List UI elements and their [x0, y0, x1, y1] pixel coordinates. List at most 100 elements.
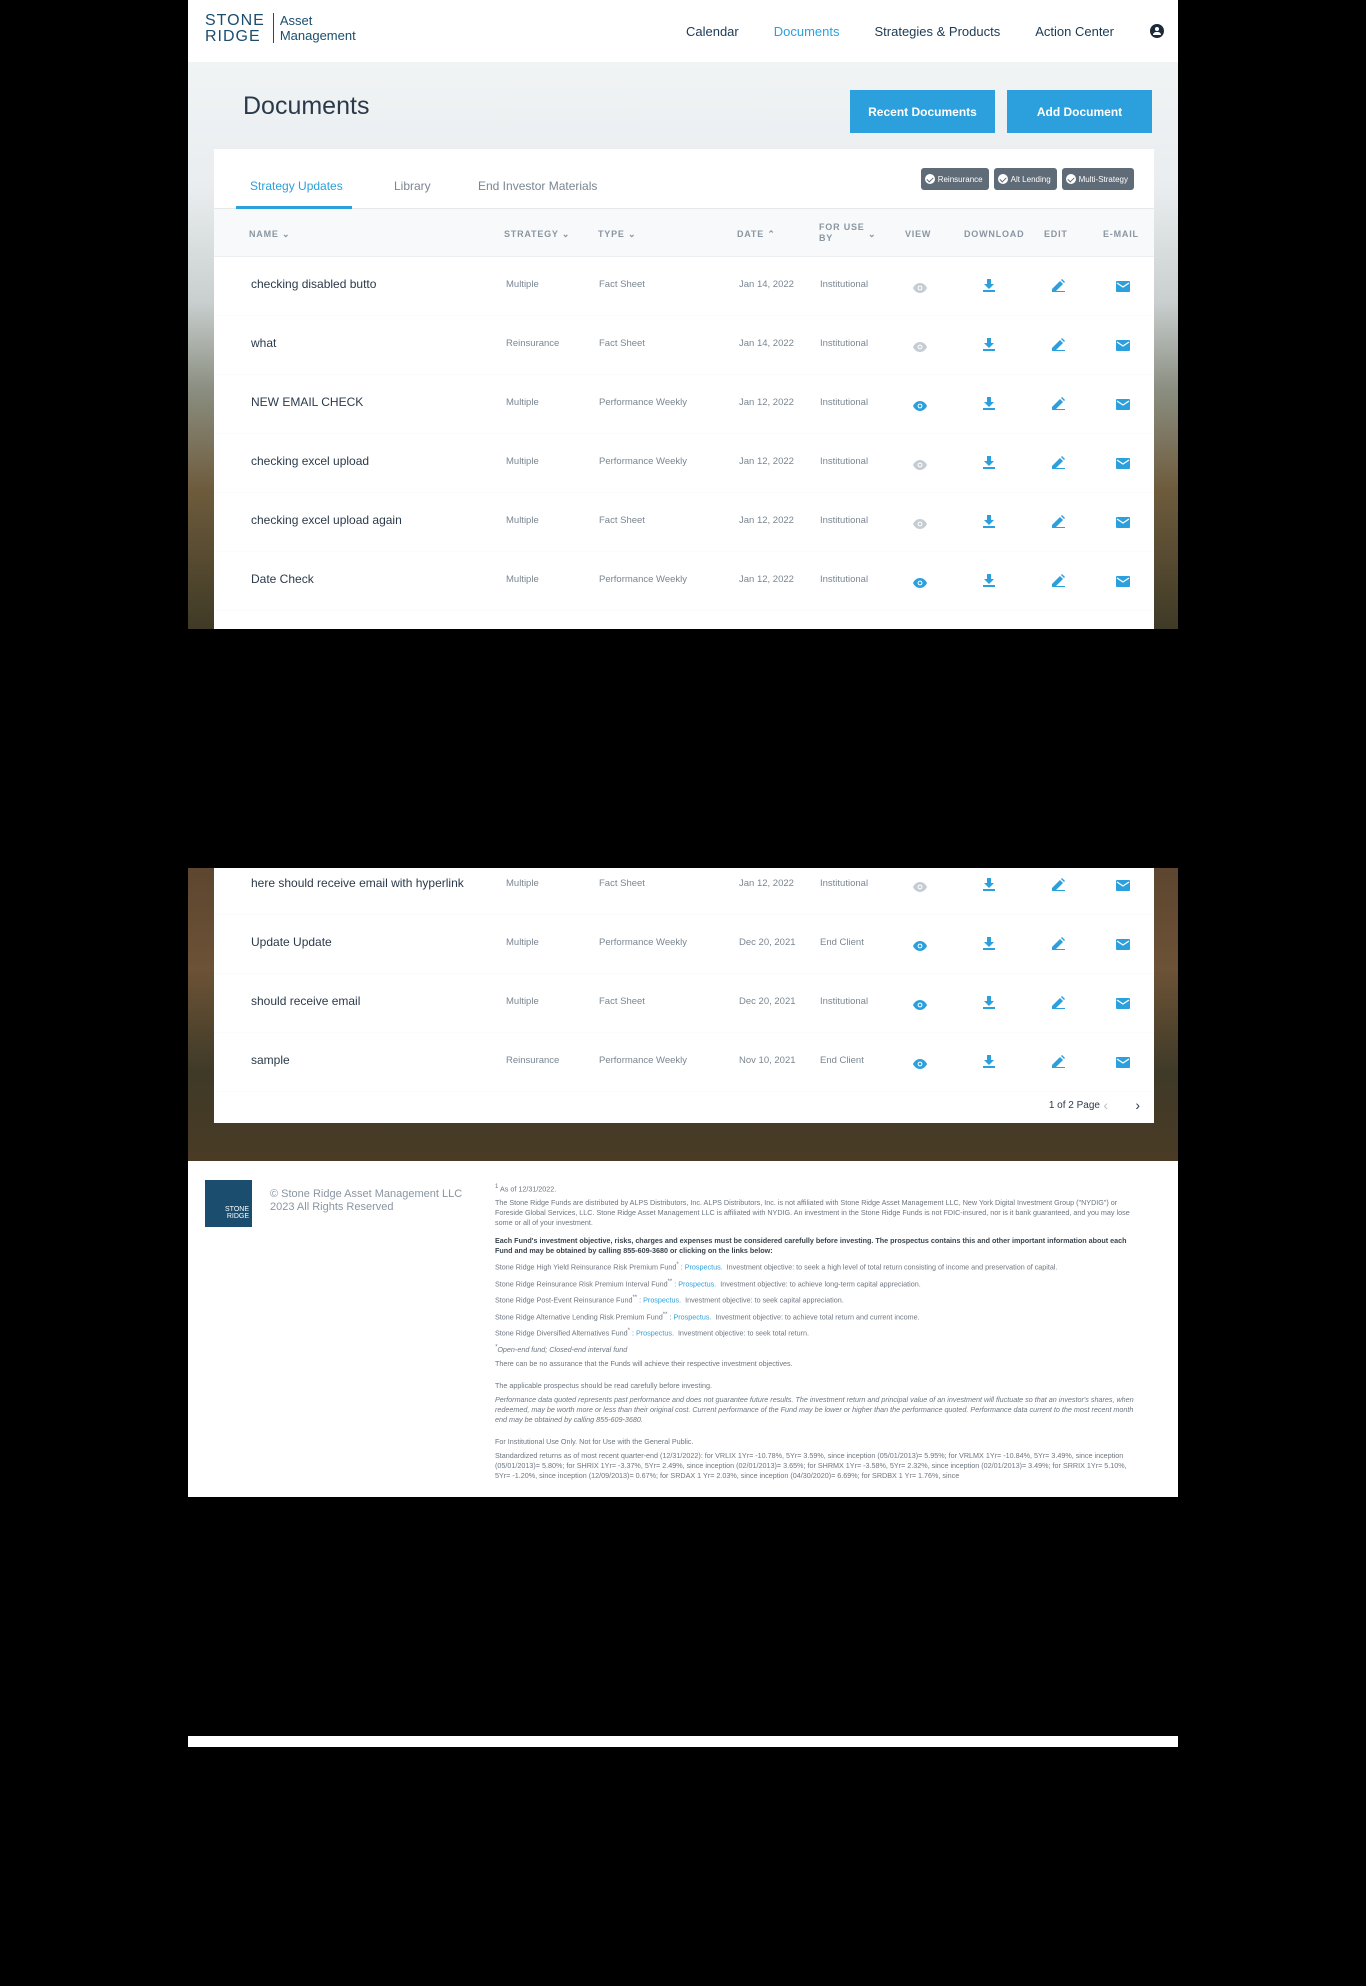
download-icon[interactable] [983, 878, 995, 896]
email-icon[interactable] [1116, 515, 1130, 533]
eye-icon[interactable] [913, 1056, 927, 1074]
col-date[interactable]: DATE ⌃ [737, 229, 776, 240]
table-row[interactable]: checking excel upload again Multiple Fact … [214, 493, 1154, 552]
email-icon[interactable] [1116, 574, 1130, 592]
nav-documents[interactable]: Documents [774, 24, 840, 39]
doc-name[interactable]: checking disabled butto [251, 277, 376, 291]
documents-card-continued: here should receive email with hyperlink… [214, 868, 1154, 1123]
email-icon[interactable] [1116, 1055, 1130, 1073]
email-icon[interactable] [1116, 937, 1130, 955]
col-type[interactable]: TYPE ⌄ [598, 229, 636, 240]
edit-icon[interactable] [1052, 1055, 1065, 1073]
edit-icon[interactable] [1052, 937, 1065, 955]
email-icon[interactable] [1116, 279, 1130, 297]
email-icon[interactable] [1116, 996, 1130, 1014]
download-icon[interactable] [983, 996, 995, 1014]
disclosures: 1 As of 12/31/2022. The Stone Ridge Fund… [495, 1182, 1135, 1485]
edit-icon[interactable] [1052, 996, 1065, 1014]
eye-icon[interactable] [913, 938, 927, 956]
download-icon[interactable] [983, 279, 995, 297]
logo[interactable]: STONE RIDGE Asset Management [205, 13, 356, 45]
add-document-button[interactable]: Add Document [1007, 90, 1152, 133]
filter-multi-strategy[interactable]: Multi-Strategy [1061, 168, 1134, 190]
edit-icon[interactable] [1052, 338, 1065, 356]
filter-alt-lending[interactable]: Alt Lending [993, 168, 1057, 190]
table-row[interactable]: here should receive email with hyperlink… [214, 868, 1154, 915]
eye-icon [913, 339, 927, 357]
recent-documents-button[interactable]: Recent Documents [850, 90, 995, 133]
eye-icon[interactable] [913, 997, 927, 1015]
doc-name[interactable]: here should receive email with hyperlink [251, 876, 464, 890]
table-row[interactable]: NEW EMAIL CHECK Multiple Performance Weekl… [214, 375, 1154, 434]
email-icon[interactable] [1116, 456, 1130, 474]
filter-reinsurance[interactable]: Reinsurance [920, 168, 989, 190]
prospectus-link[interactable]: Prospectus. [643, 1296, 681, 1305]
table-row[interactable]: sample Reinsurance Performance Weekly Nov 1… [214, 1033, 1154, 1092]
table-header: NAME ⌄ STRATEGY ⌄ TYPE ⌄ DATE ⌃ FOR USE B… [214, 209, 1154, 257]
doc-name[interactable]: Date Check [251, 572, 314, 586]
prospectus-link[interactable]: Prospectus. [678, 1279, 716, 1288]
doc-strategy: Multiple [506, 878, 539, 889]
download-icon[interactable] [983, 397, 995, 415]
eye-icon[interactable] [913, 575, 927, 593]
fund-item: Stone Ridge High Yield Reinsurance Risk … [495, 1262, 1058, 1272]
doc-date: Jan 12, 2022 [739, 456, 794, 467]
email-icon[interactable] [1116, 338, 1130, 356]
doc-strategy: Reinsurance [506, 338, 560, 349]
fund-item: Stone Ridge Alternative Lending Risk Pre… [495, 1311, 920, 1321]
download-icon[interactable] [983, 515, 995, 533]
logo-wordmark: STONE RIDGE [205, 12, 265, 45]
col-strategy[interactable]: STRATEGY ⌄ [504, 229, 570, 240]
doc-name[interactable]: checking excel upload [251, 454, 369, 468]
table-row[interactable]: checking excel upload Multiple Performance… [214, 434, 1154, 493]
tab-library[interactable]: Library [394, 179, 431, 193]
doc-name[interactable]: what [251, 336, 276, 350]
doc-date: Dec 20, 2021 [739, 937, 796, 948]
edit-icon[interactable] [1052, 456, 1065, 474]
edit-icon[interactable] [1052, 574, 1065, 592]
col-for-use-by[interactable]: FOR USE BY [819, 222, 865, 244]
prospectus-link[interactable]: Prospectus. [673, 1312, 711, 1321]
chevron-left-icon[interactable]: ‹ [1103, 1097, 1108, 1113]
col-name[interactable]: NAME ⌄ [249, 229, 290, 240]
doc-date: Nov 10, 2021 [739, 1055, 796, 1066]
doc-for-use-by: Institutional [820, 456, 869, 467]
nav-strategies-products[interactable]: Strategies & Products [875, 24, 1001, 39]
edit-icon[interactable] [1052, 878, 1065, 896]
email-icon[interactable] [1116, 397, 1130, 415]
table-row[interactable]: Update Update Multiple Performance Weekly D… [214, 915, 1154, 974]
nav-calendar[interactable]: Calendar [686, 24, 739, 39]
tab-strategy-updates[interactable]: Strategy Updates [250, 179, 343, 193]
download-icon[interactable] [983, 338, 995, 356]
table-row[interactable]: what Reinsurance Fact Sheet Jan 14, 2022 Ins… [214, 316, 1154, 375]
download-icon[interactable] [983, 574, 995, 592]
doc-name[interactable]: should receive email [251, 994, 360, 1008]
table-row[interactable]: should receive email Multiple Fact Sheet De… [214, 974, 1154, 1033]
edit-icon[interactable] [1052, 515, 1065, 533]
logo-divider [272, 13, 274, 43]
tab-bar: Strategy Updates Library End Investor Ma… [214, 149, 1154, 209]
download-icon[interactable] [983, 937, 995, 955]
user-account-icon[interactable] [1150, 24, 1164, 38]
fund-type-legend: *Open-end fund; Closed-end interval fund [495, 1344, 628, 1354]
doc-date: Jan 12, 2022 [739, 397, 794, 408]
doc-name[interactable]: NEW EMAIL CHECK [251, 395, 363, 409]
download-icon[interactable] [983, 456, 995, 474]
doc-name[interactable]: checking excel upload again [251, 513, 402, 527]
eye-icon[interactable] [913, 398, 927, 416]
nav-action-center[interactable]: Action Center [1035, 24, 1114, 39]
table-row[interactable]: Date Check Multiple Performance Weekly Jan … [214, 552, 1154, 611]
tab-end-investor-materials[interactable]: End Investor Materials [478, 179, 597, 193]
check-icon [924, 174, 935, 184]
doc-name[interactable]: Update Update [251, 935, 332, 949]
bottom-section: here should receive email with hyperlink… [188, 868, 1178, 1161]
doc-name[interactable]: sample [251, 1053, 290, 1067]
table-row[interactable]: checking disabled butto Multiple Fact Shee… [214, 257, 1154, 316]
email-icon[interactable] [1116, 878, 1130, 896]
edit-icon[interactable] [1052, 279, 1065, 297]
prospectus-link[interactable]: Prospectus. [685, 1263, 723, 1272]
prospectus-link[interactable]: Prospectus. [636, 1328, 674, 1337]
edit-icon[interactable] [1052, 397, 1065, 415]
chevron-right-icon[interactable]: › [1135, 1097, 1140, 1113]
download-icon[interactable] [983, 1055, 995, 1073]
